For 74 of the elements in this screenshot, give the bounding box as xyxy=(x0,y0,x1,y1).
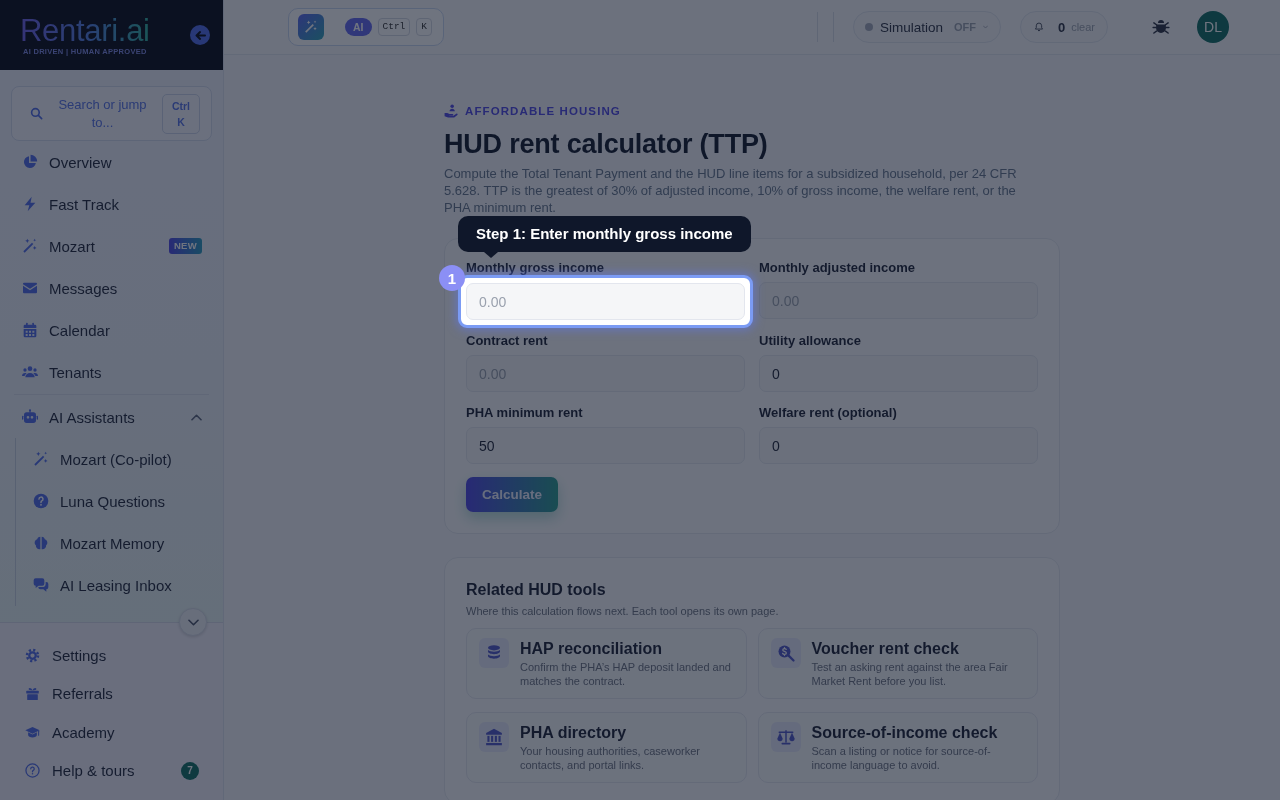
shortcut-key: K xyxy=(416,18,432,36)
nav-item[interactable]: Mozart NEW xyxy=(0,225,223,267)
people-icon xyxy=(22,364,38,380)
count-badge: 7 xyxy=(181,761,199,780)
field-label: Monthly adjusted income xyxy=(759,260,916,276)
shortcut-key: Ctrl xyxy=(377,18,411,36)
status-dot-icon xyxy=(865,23,873,31)
magic-wand-icon xyxy=(33,451,49,467)
section-eyebrow: AFFORDABLE HOUSING xyxy=(465,105,621,117)
hand-person-icon xyxy=(444,104,458,118)
gift-icon xyxy=(25,686,40,702)
nav-item[interactable]: Tenants xyxy=(0,351,223,393)
chat-bubbles-icon xyxy=(33,577,49,593)
nav-item[interactable]: Messages xyxy=(0,267,223,309)
lightning-icon xyxy=(22,196,38,212)
nav-item[interactable]: Overview xyxy=(0,141,223,183)
step-badge: 1 xyxy=(439,265,465,291)
nav-item[interactable]: Calendar xyxy=(0,309,223,351)
new-badge: NEW xyxy=(168,238,202,254)
collapse-sidebar-button[interactable] xyxy=(190,25,210,45)
settings-icon xyxy=(25,647,40,663)
nav-item[interactable]: Mozart Memory xyxy=(16,522,223,564)
section-title: Related HUD tools xyxy=(466,580,607,600)
nav-item[interactable]: AI Leasing Inbox xyxy=(16,564,223,606)
tool-title: PHA directory xyxy=(520,723,628,743)
field-label: Contract rent xyxy=(466,333,549,349)
help-icon xyxy=(25,763,40,779)
tool-title: HAP reconciliation xyxy=(520,639,663,659)
arrow-left-icon xyxy=(194,30,206,40)
chevron-down-icon xyxy=(983,24,988,30)
nav-item[interactable]: Mozart (Co-pilot) xyxy=(16,438,223,480)
coins-icon xyxy=(479,638,509,668)
field-label: Monthly gross income xyxy=(466,260,605,276)
nav-item[interactable]: Luna Questions xyxy=(16,480,223,522)
page-description: Compute the Total Tenant Payment and the HUD line items for a subsidized household, per 24 CFR 5.628. TTP is the greatest of 30% of adjusted income, 10% of gross income, the welfare rent, or the PHA minimum rent. xyxy=(444,165,1018,216)
bank-icon xyxy=(479,722,509,752)
nav-item[interactable]: Referrals xyxy=(0,674,223,713)
graduation-cap-icon xyxy=(25,724,40,740)
nav-item[interactable]: Help & tours 7 xyxy=(0,751,223,790)
magic-wand-icon xyxy=(22,238,38,254)
magic-wand-icon xyxy=(298,14,324,40)
input-field[interactable]: 50 xyxy=(466,427,745,464)
scales-icon xyxy=(770,722,801,752)
shortcut-key: Ctrl K xyxy=(162,93,200,134)
input-field[interactable]: 0.00 xyxy=(466,283,745,320)
calculate-button[interactable]: Calculate xyxy=(466,477,558,512)
field-label: PHA minimum rent xyxy=(466,405,584,421)
tool-title: Source-of-income check xyxy=(811,723,999,743)
field-label: Utility allowance xyxy=(759,333,862,349)
envelope-icon xyxy=(22,280,38,296)
tooltip-pointer-icon xyxy=(484,252,498,258)
tool-title: Voucher rent check xyxy=(811,639,960,659)
question-icon xyxy=(33,493,49,509)
input-field[interactable]: 0 xyxy=(759,427,1038,464)
dollar-search-icon xyxy=(770,638,801,668)
search-icon xyxy=(30,107,43,120)
search-button[interactable]: Search or jump to... Ctrl K xyxy=(11,86,212,141)
calendar-icon xyxy=(22,322,38,338)
nav-group-header[interactable]: AI Assistants xyxy=(0,396,223,438)
nav-item[interactable]: Settings xyxy=(0,636,223,675)
robot-icon xyxy=(22,409,38,425)
brain-icon xyxy=(33,535,49,551)
tour-tooltip: Step 1: Enter monthly gross income xyxy=(458,216,751,252)
input-field[interactable]: 0 xyxy=(759,355,1038,392)
field-label: Welfare rent (optional) xyxy=(759,405,898,421)
bell-icon xyxy=(1034,20,1044,34)
nav-item[interactable]: Academy xyxy=(0,713,223,752)
pie-chart-icon xyxy=(22,154,38,170)
nav-item[interactable]: Fast Track xyxy=(0,183,223,225)
chevron-down-icon xyxy=(187,618,199,626)
bug-icon[interactable] xyxy=(1152,18,1170,36)
scroll-down-button[interactable] xyxy=(179,608,207,636)
page-title: HUD rent calculator (TTP) xyxy=(444,128,769,161)
user-avatar[interactable]: DL xyxy=(1197,11,1229,43)
